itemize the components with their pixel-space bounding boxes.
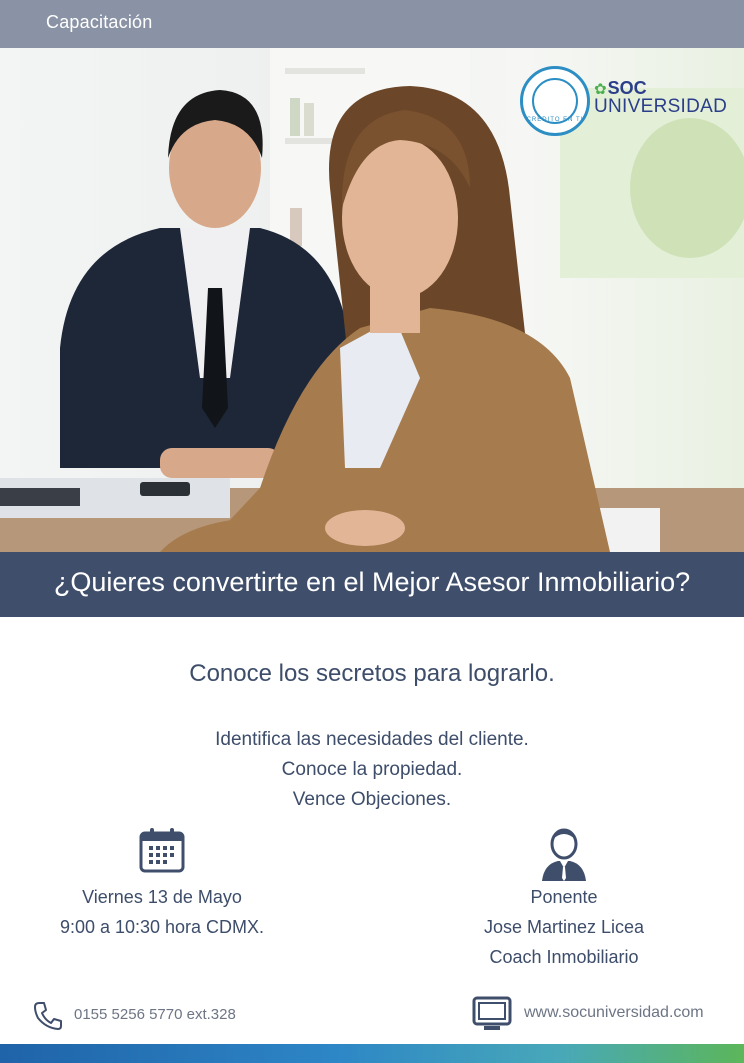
speaker-role: Coach Inmobiliario [489, 947, 639, 967]
phone-number[interactable]: 0155 5256 5770 ext.328 [74, 1006, 236, 1023]
benefit-item: Identifica las necesidades del cliente. [215, 729, 529, 750]
event-date: Viernes 13 de Mayo [82, 887, 242, 907]
event-time: 9:00 a 10:30 hora CDMX. [59, 917, 265, 937]
category-label: Capacitación [46, 12, 153, 32]
calendar-icon [138, 826, 186, 874]
event-details: Viernes 13 de Mayo 9:00 a 10:30 hora CDM… [24, 882, 300, 942]
seal-text: CRÉDITO EN TI [526, 117, 584, 123]
headline: ¿Quieres convertirte en el Mejor Asesor … [53, 567, 691, 597]
headline-bar: ¿Quieres convertirte en el Mejor Asesor … [0, 552, 744, 617]
speaker-name: Jose Martinez Licea [483, 917, 645, 937]
phone-icon [32, 1000, 64, 1032]
speaker-title: Ponente [530, 887, 598, 907]
subtitle: Conoce los secretos para lograrlo. [189, 660, 555, 687]
benefits-list: Identifica las necesidades del cliente. … [0, 725, 744, 815]
benefit-item: Vence Objeciones. [292, 789, 452, 810]
top-bar: Capacitación [0, 0, 744, 48]
monitor-icon [472, 996, 512, 1032]
benefit-item: Conoce la propiedad. [281, 759, 463, 780]
person-icon [540, 826, 588, 882]
soc-universidad-logo: CRÉDITO EN TI ✿SOC UNIVERSIDAD [520, 66, 730, 138]
logo-subtext: UNIVERSIDAD [594, 96, 728, 117]
bottom-gradient-bar [0, 1044, 744, 1063]
speaker-details: Ponente Jose Martinez Licea Coach Inmobi… [440, 882, 688, 972]
website-link[interactable]: www.socuniversidad.com [524, 1004, 704, 1022]
logo-seal: CRÉDITO EN TI [520, 66, 590, 136]
